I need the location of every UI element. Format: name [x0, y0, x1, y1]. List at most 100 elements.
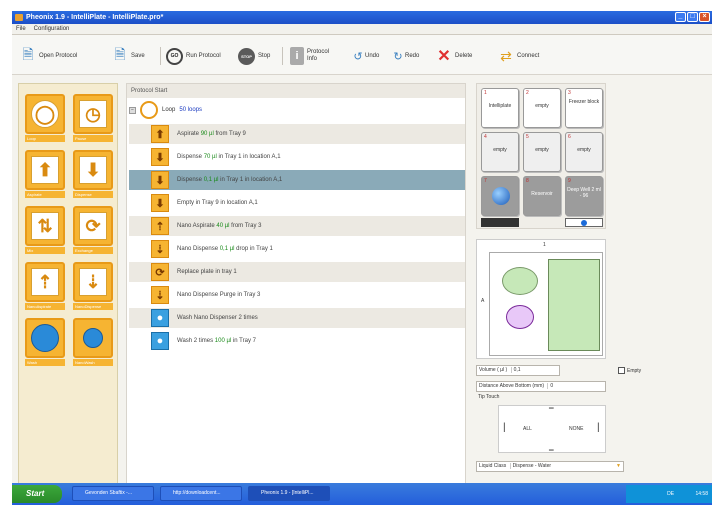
stop-icon: STOP — [238, 47, 255, 65]
dropdown-arrow-icon[interactable]: ▼ — [616, 462, 621, 471]
redo-icon: ↻ — [393, 50, 403, 63]
redo-button[interactable]: ↻ Redo — [393, 45, 419, 67]
tip-right-bracket[interactable]: | — [597, 422, 600, 433]
toolbar-separator — [282, 47, 283, 65]
menu-configuration[interactable]: Configuration — [34, 26, 70, 32]
collapse-toggle[interactable]: − — [129, 106, 136, 114]
protocol-step[interactable]: ⬇ Dispense 70 µl in Tray 1 in location A… — [129, 147, 465, 167]
nano-aspirate-icon: ⇡ — [31, 268, 59, 296]
deck-slot-9[interactable]: 9 Deep Well 2 ml - 96 — [565, 176, 603, 216]
stop-button[interactable]: STOP Stop — [238, 45, 270, 67]
deck-bar — [481, 218, 519, 227]
protocol-step[interactable]: ⬇ Empty in Tray 9 in location A,1 — [129, 193, 465, 213]
deck-slot-3[interactable]: 3 Freezer block — [565, 88, 603, 128]
maximize-button[interactable]: □ — [687, 12, 698, 22]
protocol-editor: Protocol Start − Loop 50 loops ⬆ Aspirat… — [126, 83, 466, 493]
title-bar: Pheonix 1.9 - IntelliPlate - IntelliPlat… — [12, 11, 712, 24]
open-protocol-button[interactable]: 🗎 Open Protocol — [20, 45, 77, 67]
tip-left-bracket[interactable]: | — [503, 422, 506, 433]
nano-dispense-icon: ⇣ — [151, 240, 169, 258]
tip-up-arrow[interactable]: ▔ — [549, 408, 554, 415]
minimize-button[interactable]: _ — [675, 12, 686, 22]
toolbar-separator — [160, 47, 161, 65]
palette-wash[interactable]: Wash — [25, 318, 65, 366]
protocol-step[interactable]: ⟳ Replace plate in tray 1 — [129, 262, 465, 282]
protocol-step-selected[interactable]: ⬇ Dispense 0,1 µl in Tray 1 in location … — [129, 170, 465, 190]
dispense-icon: ⬇ — [151, 171, 169, 189]
exchange-icon: ⟳ — [151, 263, 169, 281]
tip-all-option[interactable]: ALL — [523, 426, 532, 432]
deck-slot-4[interactable]: 4 empty — [481, 132, 519, 172]
plate-row-label: A — [481, 298, 485, 304]
taskbar-item-active[interactable]: Pheonix 1.9 - [IntelliPl... — [248, 486, 330, 501]
plate-reservoir[interactable] — [548, 259, 600, 351]
plate-column-label: 1 — [543, 242, 546, 248]
distance-field[interactable]: Distance Above Bottom (mm) 0 — [476, 381, 606, 392]
dispense-icon: ⬇ — [79, 156, 107, 184]
undo-icon: ↺ — [353, 50, 363, 63]
deck-slot-6[interactable]: 6 empty — [565, 132, 603, 172]
protocol-step[interactable]: ● Wash 2 times 100 µl in Tray 7 — [129, 331, 465, 351]
palette-nano-dispense[interactable]: ⇣ NanoDispense — [73, 262, 113, 310]
taskbar-item[interactable]: http://downloadcent... — [160, 486, 242, 501]
palette-loop[interactable]: ◯ Loop — [25, 94, 65, 142]
connect-button[interactable]: ⇄ Connect — [498, 45, 539, 67]
nano-dispense-icon: ⇣ — [151, 286, 169, 304]
run-protocol-button[interactable]: GO Run Protocol — [166, 45, 221, 67]
palette-aspirate[interactable]: ⬆ Aspirate — [25, 150, 65, 198]
empty-checkbox[interactable] — [618, 367, 625, 374]
deck-slot-1[interactable]: 1 Intelliplate — [481, 88, 519, 128]
nanowash-icon — [83, 328, 103, 348]
taskbar-item[interactable]: Gevonden Sbaftix -... — [72, 486, 154, 501]
tip-down-arrow[interactable]: ▁ — [549, 444, 554, 451]
app-window: Pheonix 1.9 - IntelliPlate - IntelliPlat… — [12, 11, 712, 503]
close-button[interactable]: × — [699, 12, 710, 22]
deck-slot-7[interactable]: 7 — [481, 176, 519, 216]
deck-layout: 1 Intelliplate 2 empty 3 Freezer block 4 emp… — [476, 83, 606, 229]
undo-button[interactable]: ↺ Undo — [353, 45, 379, 67]
protocol-step[interactable]: ⇣ Nano Dispense Purge in Tray 3 — [129, 285, 465, 305]
step-palette: ◯ Loop ◷ Pause ⬆ Aspirate ⬇ Dispense ⇅ M… — [18, 83, 118, 493]
language-indicator[interactable]: DE — [667, 491, 674, 497]
save-button[interactable]: 🗎 Save — [112, 45, 144, 67]
protocol-step[interactable]: ⇣ Nano Dispense 0,1 µl drop in Tray 1 — [129, 239, 465, 259]
system-tray: DE 14:58 — [626, 485, 712, 503]
protocol-info-button[interactable]: i Protocol Info — [290, 45, 333, 67]
deck-slot-5[interactable]: 5 empty — [523, 132, 561, 172]
aspirate-icon: ⬆ — [31, 156, 59, 184]
window-controls: _ □ × — [675, 12, 710, 22]
loop-step[interactable]: − Loop 50 loops — [129, 101, 202, 119]
clock: 14:58 — [695, 491, 708, 497]
nano-dispense-icon: ⇣ — [79, 268, 107, 296]
toolbar: 🗎 Open Protocol 🗎 Save GO Run Protocol S… — [12, 35, 712, 75]
deck-slot-2[interactable]: 2 empty — [523, 88, 561, 128]
deck-slot-8[interactable]: 8 Reservoir — [523, 176, 561, 216]
palette-mix[interactable]: ⇅ Mix — [25, 206, 65, 254]
palette-dispense[interactable]: ⬇ Dispense — [73, 150, 113, 198]
deck-nano-dispenser[interactable] — [565, 218, 603, 227]
empty-checkbox-row[interactable]: Empty — [618, 367, 641, 374]
go-icon: GO — [166, 47, 183, 65]
delete-button[interactable]: ✕ Delete — [436, 45, 472, 67]
menu-file[interactable]: File — [16, 26, 26, 32]
protocol-start-header: Protocol Start — [127, 84, 465, 98]
empty-icon: ⬇ — [151, 194, 169, 212]
well-green[interactable] — [502, 267, 538, 295]
well-purple[interactable] — [506, 305, 534, 329]
volume-field[interactable]: Volume ( µl ) 0,1 — [476, 365, 560, 376]
palette-nano-aspirate[interactable]: ⇡ NanoAspirate — [25, 262, 65, 310]
protocol-step[interactable]: ⬆ Aspirate 90 µl from Tray 9 — [129, 124, 465, 144]
palette-exchange[interactable]: ⟳ Exchange — [73, 206, 113, 254]
palette-pause[interactable]: ◷ Pause — [73, 94, 113, 142]
start-button[interactable]: Start — [12, 485, 62, 503]
palette-nanowash[interactable]: NanoWash — [73, 318, 113, 366]
protocol-step[interactable]: ⇡ Nano Aspirate 40 µl from Tray 3 — [129, 216, 465, 236]
tip-none-option[interactable]: NONE — [569, 426, 583, 432]
distance-value: 0 — [547, 383, 554, 389]
nano-aspirate-icon: ⇡ — [151, 217, 169, 235]
liquid-class-field[interactable]: Liquid Class Dispense - Water ▼ — [476, 461, 624, 472]
nanowash-icon: ● — [151, 309, 169, 327]
exchange-icon: ⟳ — [79, 212, 107, 240]
protocol-step[interactable]: ● Wash Nano Dispenser 2 times — [129, 308, 465, 328]
save-icon: 🗎 — [114, 46, 126, 62]
